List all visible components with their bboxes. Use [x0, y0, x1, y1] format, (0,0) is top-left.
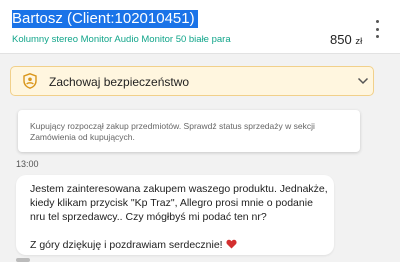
- offer-link[interactable]: Kolumny stereo Monitor Audio Monitor 50 …: [12, 34, 231, 45]
- message-closing-text: Z góry dziękuję i pozdrawiam serdecznie!: [30, 239, 223, 251]
- heart-emoji-icon: [226, 239, 237, 249]
- chat-header: Bartosz (Client:102010451) Kolumny stere…: [0, 0, 400, 54]
- price-value: 850: [330, 32, 352, 47]
- offer-price: 850 zł: [330, 32, 362, 47]
- system-message: Kupujący rozpoczął zakup przedmiotów. Sp…: [18, 110, 360, 152]
- system-message-text: Kupujący rozpoczął zakup przedmiotów. Sp…: [30, 121, 315, 142]
- chat-title[interactable]: Bartosz (Client:102010451): [12, 10, 198, 28]
- message-timestamp: 13:00: [16, 159, 39, 169]
- price-currency: zł: [355, 36, 363, 47]
- message-closing: Z góry dziękuję i pozdrawiam serdecznie!: [30, 238, 328, 252]
- safety-banner[interactable]: Zachowaj bezpieczeństwo: [10, 66, 374, 96]
- message-bubble: Jestem zainteresowana zakupem waszego pr…: [16, 175, 334, 255]
- more-options-icon[interactable]: [370, 20, 384, 38]
- message-text: Jestem zainteresowana zakupem waszego pr…: [30, 183, 328, 223]
- safety-banner-label: Zachowaj bezpieczeństwo: [49, 75, 190, 89]
- title-wrap: Bartosz (Client:102010451): [12, 10, 198, 28]
- chevron-down-icon[interactable]: [357, 77, 369, 85]
- next-timestamp-partial: [16, 258, 30, 262]
- shield-person-icon: [23, 73, 37, 89]
